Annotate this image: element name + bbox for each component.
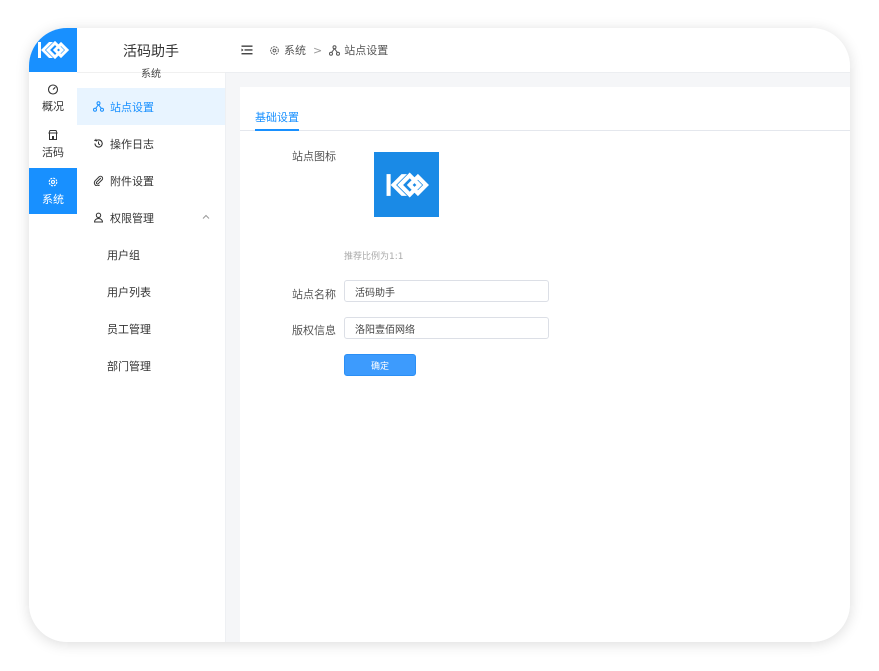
menu-item-label: 部门管理 bbox=[107, 359, 151, 373]
menu-item-user-list[interactable]: 用户列表 bbox=[77, 273, 225, 310]
menu-item-label: 用户列表 bbox=[107, 285, 151, 299]
menu-item-label: 员工管理 bbox=[107, 322, 151, 336]
app-window: 概况 活码 系统 活码助手 系统 站点设置 操作日志 附件设置 权限管理 用户组… bbox=[29, 28, 850, 642]
rail-item-system[interactable]: 系统 bbox=[29, 168, 77, 214]
site-name-label: 站点名称 bbox=[292, 288, 336, 301]
paperclip-icon bbox=[93, 175, 104, 186]
rail-item-label: 系统 bbox=[42, 192, 64, 206]
menu-item-attachment-settings[interactable]: 附件设置 bbox=[77, 162, 225, 199]
chevron-up-icon bbox=[202, 214, 210, 219]
rail-item-label: 活码 bbox=[42, 145, 64, 159]
submenu-header: 活码助手 系统 bbox=[77, 28, 225, 80]
user-icon bbox=[93, 212, 104, 223]
rail-item-livecode[interactable]: 活码 bbox=[29, 121, 77, 167]
rail-item-label: 概况 bbox=[42, 99, 64, 113]
menu-item-user-group[interactable]: 用户组 bbox=[77, 236, 225, 273]
store-icon bbox=[48, 129, 58, 140]
menu-item-department-management[interactable]: 部门管理 bbox=[77, 347, 225, 384]
site-icon-label: 站点图标 bbox=[292, 150, 336, 163]
submit-button[interactable]: 确定 bbox=[344, 354, 416, 376]
sitemap-icon bbox=[93, 101, 104, 112]
content-card: 基础设置 站点图标 推荐比例为1:1 站点名称 版权信息 确定 bbox=[240, 87, 850, 642]
breadcrumb-root[interactable]: 系统 bbox=[284, 42, 306, 58]
breadcrumb: 系统 > 站点设置 bbox=[269, 42, 388, 58]
section-title: 系统 bbox=[141, 69, 161, 80]
gear-icon bbox=[270, 45, 279, 55]
logo-icon bbox=[386, 172, 429, 197]
history-icon bbox=[94, 138, 103, 148]
rail-item-overview[interactable]: 概况 bbox=[29, 75, 77, 121]
menu-item-permission-management[interactable]: 权限管理 bbox=[77, 199, 225, 236]
menu-item-label: 用户组 bbox=[107, 248, 140, 262]
copyright-input[interactable] bbox=[344, 317, 549, 339]
site-name-input[interactable] bbox=[344, 280, 549, 302]
menu-item-label: 操作日志 bbox=[110, 137, 154, 151]
tab-bar: 基础设置 bbox=[240, 107, 850, 131]
tab-basic-settings[interactable]: 基础设置 bbox=[255, 109, 299, 131]
breadcrumb-separator: > bbox=[313, 43, 323, 57]
app-logo[interactable] bbox=[29, 28, 77, 72]
sitemap-icon bbox=[329, 44, 341, 56]
menu-item-operation-log[interactable]: 操作日志 bbox=[77, 125, 225, 162]
menu-item-site-settings[interactable]: 站点设置 bbox=[77, 88, 225, 125]
menu-toggle-icon[interactable] bbox=[241, 44, 253, 56]
site-icon-upload[interactable] bbox=[374, 152, 439, 217]
breadcrumb-current: 站点设置 bbox=[344, 44, 389, 57]
menu-item-label: 站点设置 bbox=[110, 100, 154, 114]
menu-item-label: 权限管理 bbox=[110, 211, 154, 225]
site-icon-hint: 推荐比例为1:1 bbox=[344, 252, 404, 262]
copyright-label: 版权信息 bbox=[292, 324, 336, 337]
top-header: 系统 > 站点设置 bbox=[225, 28, 850, 73]
gear-icon bbox=[48, 177, 58, 186]
menu-item-label: 附件设置 bbox=[110, 174, 154, 188]
dashboard-icon bbox=[47, 83, 59, 95]
app-title: 活码助手 bbox=[123, 44, 179, 60]
menu-item-employee-management[interactable]: 员工管理 bbox=[77, 310, 225, 347]
sidebar-submenu: 活码助手 系统 站点设置 操作日志 附件设置 权限管理 用户组 用户列表 员工管… bbox=[77, 28, 226, 642]
icon-rail: 概况 活码 系统 bbox=[29, 28, 78, 642]
logo-icon bbox=[38, 40, 70, 60]
